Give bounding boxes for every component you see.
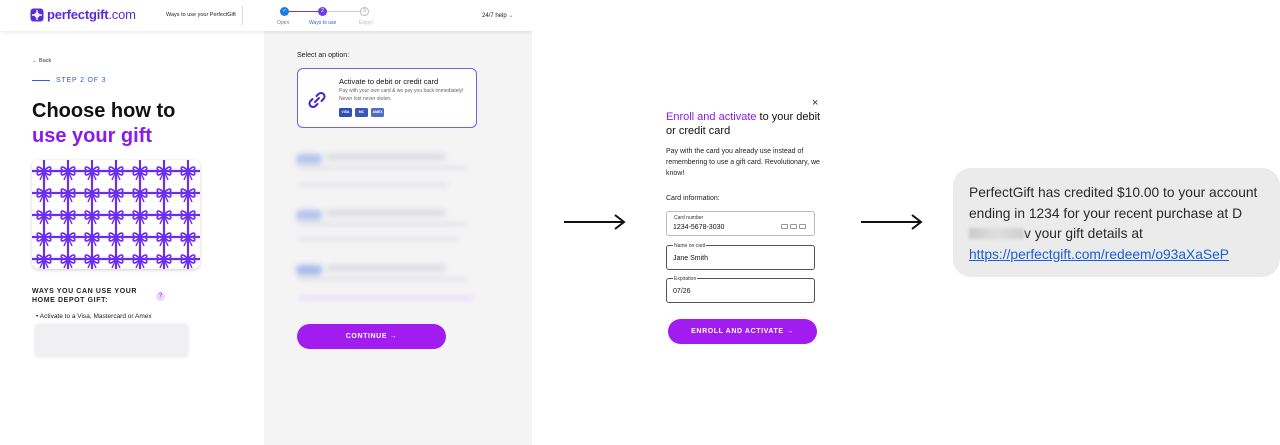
question-icon[interactable]: ? [156,292,165,301]
card-number-value: 1234-5678-3030 [673,224,725,231]
page-title-line2: use your gift [32,125,153,147]
sms-text-part1: PerfectGift has credited $10.00 to your … [969,185,1258,221]
step-2-label: Ways to use [309,20,337,26]
card-network-logos: VISA MC AMEX [339,108,384,117]
help-label: 24/7 help [482,13,507,19]
card-info-label: Card information: [666,195,720,202]
modal-title: Enroll and activate to your debit or cre… [666,110,826,138]
logo[interactable]: perfectgift.com [30,7,136,22]
nav-divider [242,6,243,25]
sms-message-text: PerfectGift has credited $10.00 to your … [969,183,1269,265]
sms-message-bubble: PerfectGift has credited $10.00 to your … [953,168,1280,277]
step-2-dot: 2 [318,7,327,16]
ways-list-item-text: Activate to a Visa, Mastercard or Amex [39,313,152,320]
step-rule [32,80,50,81]
gift-card-image [32,160,200,269]
select-option-label: Select an option: [297,52,350,59]
blurred-option [292,286,482,314]
help-menu[interactable]: 24/7 help ⌄ [482,12,513,19]
stepper-line-pending [326,11,364,12]
back-link[interactable]: ← Back [32,58,51,64]
expiration-value: 07/26 [673,288,691,295]
amex-icon: AMEX [371,108,384,117]
ways-to-use-nav-link[interactable]: Ways to use your PerfectGift [166,12,236,18]
blurred-option [292,175,482,203]
progress-stepper: ✓ 2 3 Open Ways to use Enjoy! [272,5,373,29]
logo-text: perfectgift.com [47,7,136,22]
left-column: ← Back STEP 2 OF 3 Choose how to use you… [0,31,264,445]
step-1-label: Open [277,20,290,26]
card-icon [790,224,797,229]
blurred-option [292,259,482,287]
ways-to-use-heading: WAYS YOU CAN USE YOUR HOME DEPOT GIFT: [32,288,138,304]
continue-button[interactable]: CONTINUE → [297,324,446,349]
modal-title-accent: Enroll and activate [666,111,757,123]
card-type-icons [781,224,806,229]
card-icon [781,224,788,229]
step-indicator: STEP 2 OF 3 [32,77,106,84]
card-icon [799,224,806,229]
visa-icon: VISA [339,108,352,117]
card-number-label: Card number [674,215,704,221]
chevron-down-icon: ⌄ [508,13,514,19]
flow-arrow-icon [861,214,923,230]
blurred-option [292,148,482,176]
redeem-link[interactable]: https://perfectgift.com/redeem/o93aXaSeP [969,247,1229,262]
enroll-and-activate-button[interactable]: ENROLL AND ACTIVATE → [668,319,817,344]
flow-arrow-icon [564,214,626,230]
option-activate-card[interactable]: Activate to debit or credit card Pay wit… [297,68,477,128]
mastercard-icon: MC [355,108,368,117]
name-on-card-label: Name on card [673,243,707,249]
blurred-option [292,204,482,232]
expiration-field[interactable]: Expiration 07/26 [666,276,815,303]
page-title: Choose how to use your gift [32,99,175,149]
sms-text-part2: v your gift details at [1024,226,1143,241]
option-title: Activate to debit or credit card [339,77,439,86]
name-on-card-value: Jane Smith [673,255,709,262]
name-on-card-field[interactable]: Name on card Jane Smith [666,243,815,270]
step-3-dot: 3 [360,7,369,16]
modal-description: Pay with the card you already use instea… [666,148,820,177]
top-navigation-bar: perfectgift.com Ways to use your Perfect… [0,0,532,31]
arrow-left-icon: ← [32,58,38,64]
ways-list-item: • Activate to a Visa, Mastercard or Amex [36,313,152,320]
expiration-label: Expiration [673,276,698,282]
redacted-content-box [34,323,189,358]
perfectgift-page: perfectgift.com Ways to use your Perfect… [0,0,532,445]
step-3-label: Enjoy! [359,20,373,26]
ribbon-pattern-graphic [32,160,200,269]
blurred-option [292,229,482,257]
step-indicator-text: STEP 2 OF 3 [56,77,107,84]
step-1-check-icon: ✓ [280,7,289,16]
close-icon[interactable]: × [812,97,818,109]
stepper-line-complete [284,11,322,12]
link-icon [308,91,326,109]
option-description: Pay with your own card & we pay you back… [339,88,464,102]
page-title-line1: Choose how to [32,100,176,122]
card-number-field[interactable]: Card number 1234-5678-3030 [666,211,815,236]
right-column: Select an option: Activate to debit or c… [264,31,532,445]
gift-logo-icon [30,8,44,21]
enroll-modal: × Enroll and activate to your debit or c… [652,94,834,354]
redacted-text [969,228,1024,239]
back-label: Back [39,58,52,64]
